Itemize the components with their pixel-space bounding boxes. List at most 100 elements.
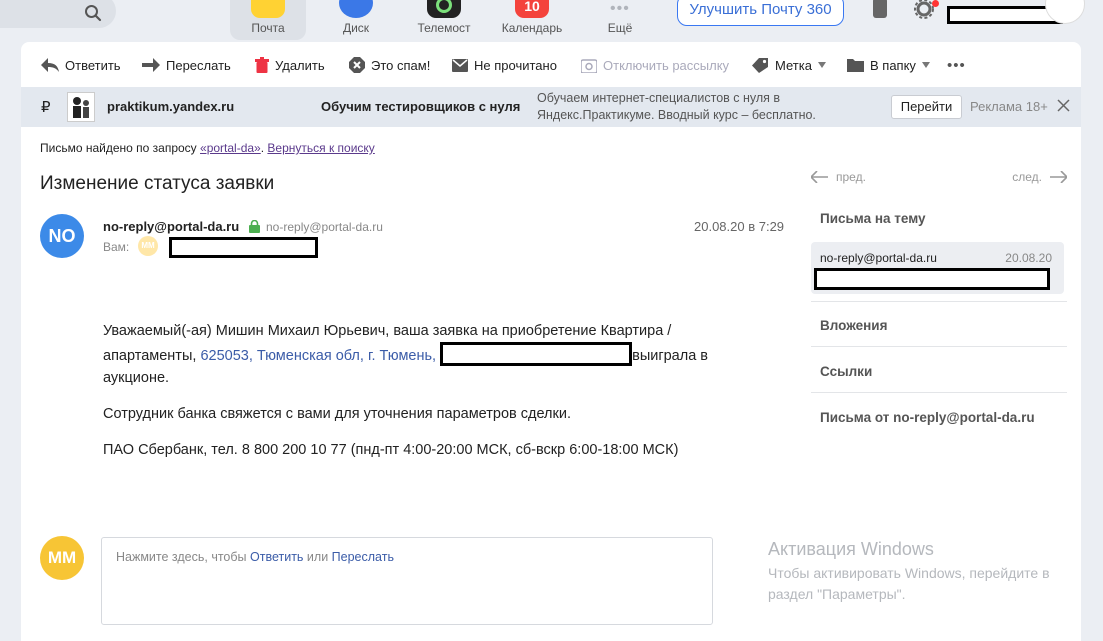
app-telemost[interactable]: Телемост <box>406 0 482 40</box>
arrow-left-icon <box>811 171 828 183</box>
reply-button[interactable]: Ответить <box>41 56 121 74</box>
delete-button[interactable]: Удалить <box>255 56 325 74</box>
arrow-right-icon <box>1050 171 1067 183</box>
ruble-icon: ₽ <box>41 99 51 116</box>
mark-unread-button[interactable]: Не прочитано <box>452 56 557 74</box>
recipient-avatar: MM <box>138 236 158 256</box>
reply-label: Ответить <box>65 57 121 73</box>
close-icon[interactable] <box>1057 99 1070 112</box>
app-disk-label: Диск <box>342 21 370 35</box>
search-button[interactable] <box>0 0 116 28</box>
redacted-recipient <box>169 237 318 258</box>
app-mail-label: Почта <box>251 21 285 35</box>
thread-item-sender: no-reply@portal-da.ru <box>820 251 937 265</box>
quick-reply-or: или <box>303 550 332 564</box>
body-paragraph: Уважаемый(-ая) Мишин Михаил Юрьевич, ваш… <box>103 320 743 389</box>
label-dropdown[interactable]: Метка <box>752 56 826 74</box>
attachments-section[interactable]: Вложения <box>820 318 887 333</box>
quick-reply-box[interactable]: Нажмите здесь, чтобы Ответить или Пересл… <box>101 537 713 625</box>
ad-logo <box>67 92 95 122</box>
label-dropdown-label: Метка <box>775 57 812 73</box>
watermark-text: Чтобы активировать Windows, перейдите в … <box>768 565 1050 602</box>
ad-go-button[interactable]: Перейти <box>891 95 962 119</box>
divider <box>811 301 1067 302</box>
quick-reply-prompt: Нажмите здесь, чтобы <box>116 550 251 564</box>
message-toolbar: Ответить Переслать Удалить Это спам! Не … <box>21 42 1081 87</box>
message-body: Уважаемый(-ая) Мишин Михаил Юрьевич, ваш… <box>103 320 743 475</box>
windows-activation-watermark: Активация Windows Чтобы активировать Win… <box>768 539 1088 605</box>
more-actions-icon[interactable]: ••• <box>947 56 966 74</box>
app-disk[interactable]: Диск <box>318 0 394 40</box>
search-query-link[interactable]: «portal-da» <box>200 141 261 155</box>
thread-item-date: 20.08.20 <box>1005 251 1052 265</box>
sender-avatar[interactable]: NO <box>40 214 84 258</box>
phone-icon[interactable] <box>870 0 890 20</box>
top-app-bar: Почта Диск Телемост 10 Календарь ••• Ещё… <box>0 0 1103 42</box>
ad-label: Реклама 18+ <box>970 99 1048 114</box>
prev-label: пред. <box>836 170 866 184</box>
ad-banner[interactable]: ₽ praktikum.yandex.ru Обучим тестировщик… <box>21 87 1081 127</box>
next-label: след. <box>1012 170 1042 184</box>
mark-unread-label: Не прочитано <box>474 57 557 73</box>
disk-icon <box>339 0 373 18</box>
app-telemost-label: Телемост <box>417 21 471 35</box>
app-calendar-label: Календарь <box>501 21 563 35</box>
app-mail[interactable]: Почта <box>230 0 306 40</box>
my-avatar: MM <box>40 536 84 580</box>
redacted-thread-subject <box>814 268 1050 290</box>
more-icon: ••• <box>610 0 630 17</box>
envelope-icon <box>452 58 468 72</box>
message-panel: Ответить Переслать Удалить Это спам! Не … <box>21 42 1081 641</box>
address-link[interactable]: 625053, Тюменская обл, г. Тюмень, <box>200 348 436 364</box>
unsubscribe-label: Отключить рассылку <box>603 57 730 73</box>
app-more-label: Ещё <box>607 21 633 35</box>
caret-down-icon <box>921 62 930 68</box>
move-to-folder-label: В папку <box>870 57 916 73</box>
telemost-icon <box>427 0 461 18</box>
caret-down-icon <box>817 62 826 68</box>
search-icon <box>85 5 102 22</box>
ad-description: Обучаем интернет-специалистов с нуля в Я… <box>537 91 816 122</box>
spam-label: Это спам! <box>371 57 431 73</box>
folder-icon <box>847 59 864 72</box>
search-notice: Письмо найдено по запросу «portal-da». В… <box>40 141 375 155</box>
forward-label: Переслать <box>166 57 231 73</box>
unsubscribe-button[interactable]: Отключить рассылку <box>581 56 729 74</box>
notification-dot <box>932 0 939 7</box>
reply-icon <box>41 58 59 72</box>
from-sender-section[interactable]: Письма от no-reply@portal-da.ru <box>820 410 1035 425</box>
spam-button[interactable]: Это спам! <box>349 56 430 74</box>
app-calendar[interactable]: 10 Календарь <box>494 0 570 40</box>
message-navigation: пред. след. <box>811 168 1067 188</box>
body-paragraph: ПАО Сбербанк, тел. 8 800 200 10 77 (пнд-… <box>103 442 679 458</box>
forward-icon <box>142 58 160 72</box>
links-section[interactable]: Ссылки <box>820 364 872 379</box>
divider <box>811 392 1067 393</box>
trash-icon <box>255 57 269 73</box>
forward-button[interactable]: Переслать <box>142 56 231 74</box>
delete-label: Удалить <box>275 57 325 73</box>
watermark-title: Активация Windows <box>768 539 934 559</box>
lock-icon <box>249 220 260 233</box>
move-to-folder-dropdown[interactable]: В папку <box>847 56 930 74</box>
upgrade-button[interactable]: Улучшить Почту 360 <box>677 0 844 26</box>
recipient-label: Вам: <box>103 240 130 254</box>
calendar-icon: 10 <box>515 0 549 18</box>
prev-message-button[interactable]: пред. <box>811 170 866 184</box>
next-message-button[interactable]: след. <box>1012 170 1067 184</box>
quick-forward-link[interactable]: Переслать <box>332 550 394 564</box>
redacted-address <box>440 342 633 366</box>
body-paragraph: Сотрудник банка свяжется с вами для уточ… <box>103 406 571 422</box>
sender-name[interactable]: no-reply@portal-da.ru <box>103 219 239 234</box>
tag-icon <box>752 57 768 73</box>
thread-section-title[interactable]: Письма на тему <box>820 211 926 226</box>
ad-title[interactable]: Обучим тестировщиков с нуля <box>321 99 520 114</box>
quick-reply-link[interactable]: Ответить <box>250 550 303 564</box>
app-more[interactable]: ••• Ещё <box>582 0 658 40</box>
ad-domain[interactable]: praktikum.yandex.ru <box>107 99 234 114</box>
thread-item[interactable]: no-reply@portal-da.ru 20.08.20 <box>811 242 1064 294</box>
unsubscribe-icon <box>581 58 597 73</box>
back-to-search-link[interactable]: Вернуться к поиску <box>267 141 374 155</box>
sender-email[interactable]: no-reply@portal-da.ru <box>266 220 383 234</box>
message-date: 20.08.20 в 7:29 <box>694 219 785 234</box>
